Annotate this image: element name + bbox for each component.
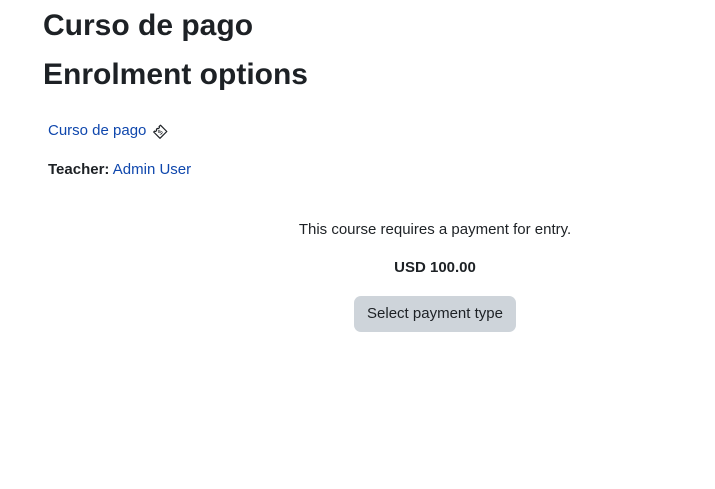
course-link-row: Curso de pago $ <box>48 121 169 141</box>
course-link[interactable]: Curso de pago <box>48 121 146 141</box>
page-title: Curso de pago <box>43 9 254 42</box>
select-payment-type-button[interactable]: Select payment type <box>354 296 516 332</box>
ticket-icon: $ <box>151 123 169 141</box>
payment-panel: This course requires a payment for entry… <box>155 220 715 332</box>
payment-message: This course requires a payment for entry… <box>298 221 572 238</box>
enrolment-page: Curso de pago Enrolment options Curso de… <box>0 0 715 489</box>
section-title: Enrolment options <box>43 58 308 91</box>
teacher-label: Teacher: <box>48 161 110 178</box>
teacher-link[interactable]: Admin User <box>113 161 191 178</box>
teacher-row: Teacher: Admin User <box>48 160 191 180</box>
payment-cost: USD 100.00 <box>394 259 476 276</box>
